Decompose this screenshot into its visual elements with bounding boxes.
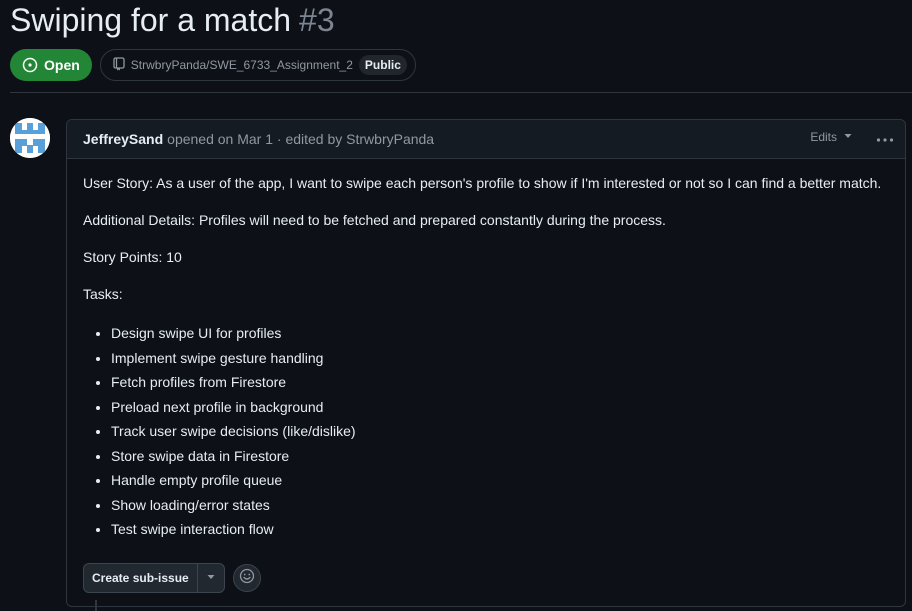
edits-dropdown[interactable]: Edits [810,130,853,144]
comment-meta: opened on Mar 1 · edited by StrwbryPanda [167,131,435,147]
issue-meta-row: Open StrwbryPanda/SWE_6733_Assignment_2 … [10,49,416,81]
kebab-horizontal-icon [876,130,894,146]
sub-issue-button-group: Create sub-issue [83,563,225,593]
list-item: Handle empty profile queue [111,468,889,493]
comment-header: JeffreySand opened on Mar 1 · edited by … [67,120,905,159]
add-reaction-button[interactable] [232,564,261,592]
comment-author[interactable]: JeffreySand [83,131,163,147]
issue-number: #3 [299,2,335,38]
list-item: Track user swipe decisions (like/dislike… [111,419,889,444]
issue-comment: JeffreySand opened on Mar 1 · edited by … [66,119,906,607]
edits-label: Edits [810,130,837,144]
issue-state-label: Open [44,57,80,73]
list-item: Preload next profile in background [111,395,889,420]
comment-body: User Story: As a user of the app, I want… [67,159,905,542]
repo-link[interactable]: StrwbryPanda/SWE_6733_Assignment_2 Publi… [99,49,416,81]
story-points-paragraph: Story Points: 10 [83,249,182,265]
list-item: Test swipe interaction flow [111,517,889,542]
triangle-down-icon [843,130,853,144]
repo-icon [113,56,125,74]
header-divider [10,92,912,93]
smiley-icon [239,568,255,589]
list-item: Design swipe UI for profiles [111,321,889,346]
visibility-badge: Public [358,55,407,75]
comment-actions: Create sub-issue [83,563,261,593]
issue-title: Swiping for a match [10,2,292,38]
comment-options-button[interactable] [875,128,895,148]
list-item: Store swipe data in Firestore [111,444,889,469]
issue-title-row: Swiping for a match #3 [10,2,335,46]
list-item: Fetch profiles from Firestore [111,370,889,395]
triangle-down-icon [206,569,216,587]
issue-opened-icon [22,57,38,73]
task-list: Design swipe UI for profiles Implement s… [83,321,889,542]
create-sub-issue-button[interactable]: Create sub-issue [84,564,198,592]
timeline-line [95,600,97,611]
details-paragraph: Additional Details: Profiles will need t… [83,212,666,228]
issue-state-badge: Open [10,49,92,81]
tasks-heading: Tasks: [83,286,123,302]
user-story-paragraph: User Story: As a user of the app, I want… [83,175,882,191]
avatar[interactable] [10,118,50,158]
sub-issue-menu-button[interactable] [198,564,224,592]
repo-name: StrwbryPanda/SWE_6733_Assignment_2 [130,58,353,72]
list-item: Implement swipe gesture handling [111,346,889,371]
list-item: Show loading/error states [111,493,889,518]
